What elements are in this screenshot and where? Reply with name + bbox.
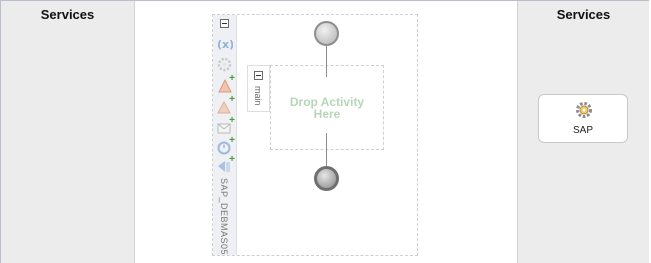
flow-connector-bottom <box>326 133 327 166</box>
drop-zone-text: Drop Activity Here <box>289 94 365 121</box>
sequence-collapse-button[interactable] <box>254 71 263 80</box>
services-lane-title: Services <box>40 7 95 22</box>
sequence-label: main <box>253 86 263 106</box>
sap-service-label: SAP <box>572 125 593 136</box>
settings-gear-icon[interactable] <box>216 56 233 73</box>
services-lane-title: Services <box>556 7 611 22</box>
add-partner-link-icon[interactable]: + <box>216 155 235 175</box>
flow-connector-top <box>326 46 327 77</box>
services-lane-left: Services <box>1 1 135 263</box>
add-message-icon[interactable]: + <box>216 116 235 136</box>
gear-service-icon <box>574 100 594 120</box>
svg-text:(x): (x) <box>217 38 233 51</box>
variables-icon[interactable]: (x) <box>216 35 234 52</box>
add-catch-icon[interactable]: + <box>216 95 235 115</box>
add-fault-handler-icon[interactable]: + <box>216 74 235 94</box>
activity-drop-zone[interactable]: Drop Activity Here <box>270 65 384 150</box>
scope-name-label: SAP_DEBMAS05 <box>219 178 229 256</box>
process-end-node[interactable] <box>314 166 339 191</box>
scope-collapse-button[interactable] <box>220 19 229 28</box>
sequence-tab[interactable]: main <box>247 65 270 112</box>
process-start-node[interactable] <box>314 21 339 46</box>
sap-service-card[interactable]: SAP <box>538 94 628 143</box>
